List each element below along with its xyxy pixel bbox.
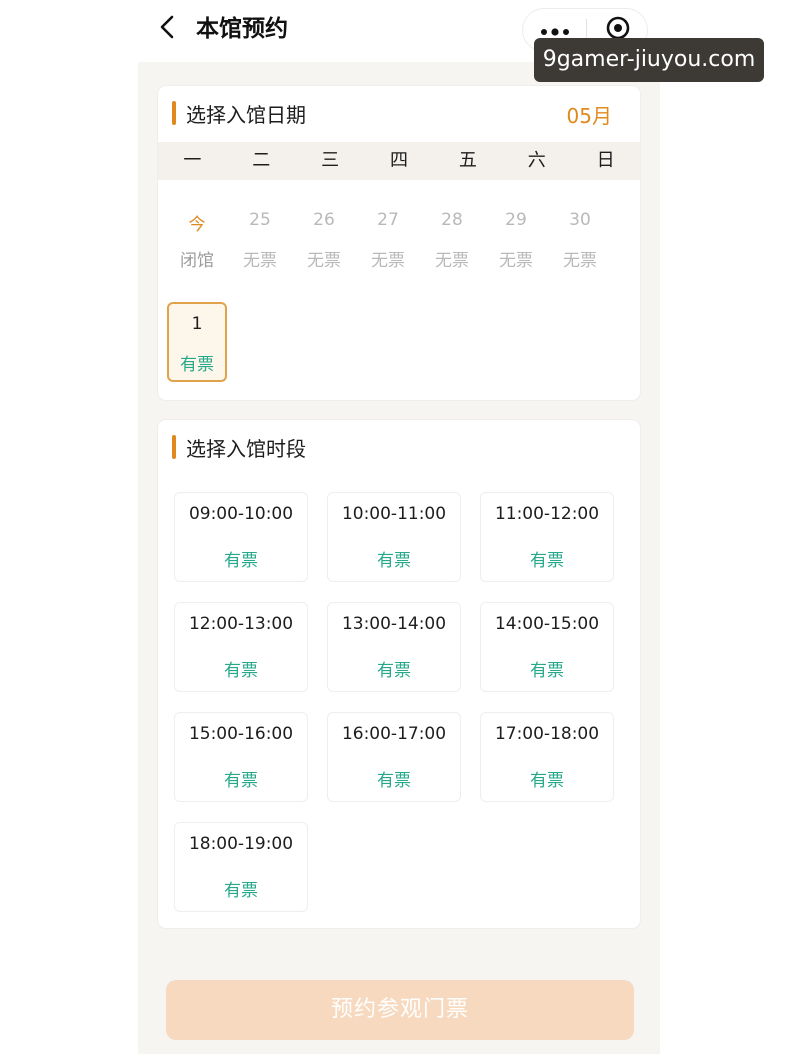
day-cell-30: 30 无票 bbox=[551, 200, 609, 278]
time-slot-1100[interactable]: 11:00-12:00 有票 bbox=[480, 492, 614, 582]
day-cell-1-selected[interactable]: 1 有票 bbox=[167, 302, 227, 382]
section-accent-bar bbox=[172, 101, 176, 125]
slot-status: 有票 bbox=[530, 771, 564, 791]
slot-time: 13:00-14:00 bbox=[341, 614, 447, 634]
day-cell-28: 28 无票 bbox=[423, 200, 481, 278]
time-slot-1200[interactable]: 12:00-13:00 有票 bbox=[174, 602, 308, 692]
chevron-left-icon bbox=[158, 14, 176, 44]
back-button[interactable] bbox=[150, 10, 184, 48]
time-slot-1000[interactable]: 10:00-11:00 有票 bbox=[327, 492, 461, 582]
day-status: 无票 bbox=[563, 251, 597, 271]
slot-time: 10:00-11:00 bbox=[341, 504, 447, 524]
watermark: 9gamer-jiuyou.com bbox=[534, 38, 764, 82]
day-status: 闭馆 bbox=[180, 251, 214, 271]
slot-status: 有票 bbox=[377, 771, 411, 791]
section-accent-bar bbox=[172, 435, 176, 459]
day-status: 有票 bbox=[180, 355, 214, 375]
slot-status: 有票 bbox=[530, 661, 564, 681]
weekday-mon: 一 bbox=[183, 150, 202, 171]
slot-status: 有票 bbox=[224, 661, 258, 681]
day-status: 无票 bbox=[435, 251, 469, 271]
weekday-tue: 二 bbox=[252, 150, 271, 171]
day-cell-26: 26 无票 bbox=[295, 200, 353, 278]
day-status: 无票 bbox=[307, 251, 341, 271]
slot-status: 有票 bbox=[530, 551, 564, 571]
more-dots-icon bbox=[540, 21, 570, 40]
weekday-thu: 四 bbox=[390, 150, 408, 171]
month-label: 05月 bbox=[566, 104, 612, 128]
date-section-header: 选择入馆日期 bbox=[172, 98, 306, 128]
slot-time: 11:00-12:00 bbox=[494, 504, 600, 524]
page-title: 本馆预约 bbox=[196, 16, 288, 42]
time-slot-1800[interactable]: 18:00-19:00 有票 bbox=[174, 822, 308, 912]
weekday-wed: 三 bbox=[321, 150, 340, 171]
slot-time: 15:00-16:00 bbox=[188, 724, 294, 744]
book-tickets-button[interactable]: 预约参观门票 bbox=[166, 980, 634, 1040]
day-number: 27 bbox=[377, 210, 399, 230]
day-cell-25: 25 无票 bbox=[231, 200, 289, 278]
slot-status: 有票 bbox=[377, 551, 411, 571]
weekday-sat: 六 bbox=[527, 150, 546, 171]
day-cell-today: 今 闭馆 bbox=[168, 200, 226, 278]
slot-status: 有票 bbox=[224, 771, 258, 791]
day-status: 无票 bbox=[499, 251, 533, 271]
day-number: 26 bbox=[313, 210, 335, 230]
slot-time: 12:00-13:00 bbox=[188, 614, 294, 634]
slot-status: 有票 bbox=[224, 551, 258, 571]
day-cell-29: 29 无票 bbox=[487, 200, 545, 278]
date-section-title: 选择入馆日期 bbox=[186, 102, 306, 127]
weekday-header: 一 二 三 四 五 六 日 bbox=[158, 142, 640, 180]
weekday-fri: 五 bbox=[458, 150, 477, 171]
slot-time: 18:00-19:00 bbox=[188, 834, 294, 854]
slot-time: 09:00-10:00 bbox=[188, 504, 294, 524]
day-number: 28 bbox=[441, 210, 463, 230]
time-section-title: 选择入馆时段 bbox=[186, 436, 306, 461]
date-card: 选择入馆日期 05月 一 二 三 四 五 六 日 今 闭馆 25 无票 26 无… bbox=[158, 86, 640, 400]
day-status: 无票 bbox=[243, 251, 277, 271]
weekday-sun: 日 bbox=[596, 150, 615, 171]
day-status: 无票 bbox=[371, 251, 405, 271]
time-slot-1700[interactable]: 17:00-18:00 有票 bbox=[480, 712, 614, 802]
slot-time: 16:00-17:00 bbox=[341, 724, 447, 744]
day-number: 1 bbox=[191, 314, 203, 334]
time-slot-1300[interactable]: 13:00-14:00 有票 bbox=[327, 602, 461, 692]
time-slot-1500[interactable]: 15:00-16:00 有票 bbox=[174, 712, 308, 802]
time-slot-1400[interactable]: 14:00-15:00 有票 bbox=[480, 602, 614, 692]
time-slot-0900[interactable]: 09:00-10:00 有票 bbox=[174, 492, 308, 582]
slot-time: 14:00-15:00 bbox=[494, 614, 600, 634]
time-section-header: 选择入馆时段 bbox=[172, 432, 306, 462]
slot-time: 17:00-18:00 bbox=[494, 724, 600, 744]
day-number: 29 bbox=[505, 210, 527, 230]
time-slot-1600[interactable]: 16:00-17:00 有票 bbox=[327, 712, 461, 802]
slot-status: 有票 bbox=[377, 661, 411, 681]
day-cell-27: 27 无票 bbox=[359, 200, 417, 278]
day-number: 25 bbox=[249, 210, 271, 230]
time-slot-card: 选择入馆时段 09:00-10:00 有票 10:00-11:00 有票 11:… bbox=[158, 420, 640, 928]
slot-status: 有票 bbox=[224, 881, 258, 901]
day-number: 30 bbox=[569, 210, 591, 230]
day-number: 今 bbox=[188, 215, 206, 235]
